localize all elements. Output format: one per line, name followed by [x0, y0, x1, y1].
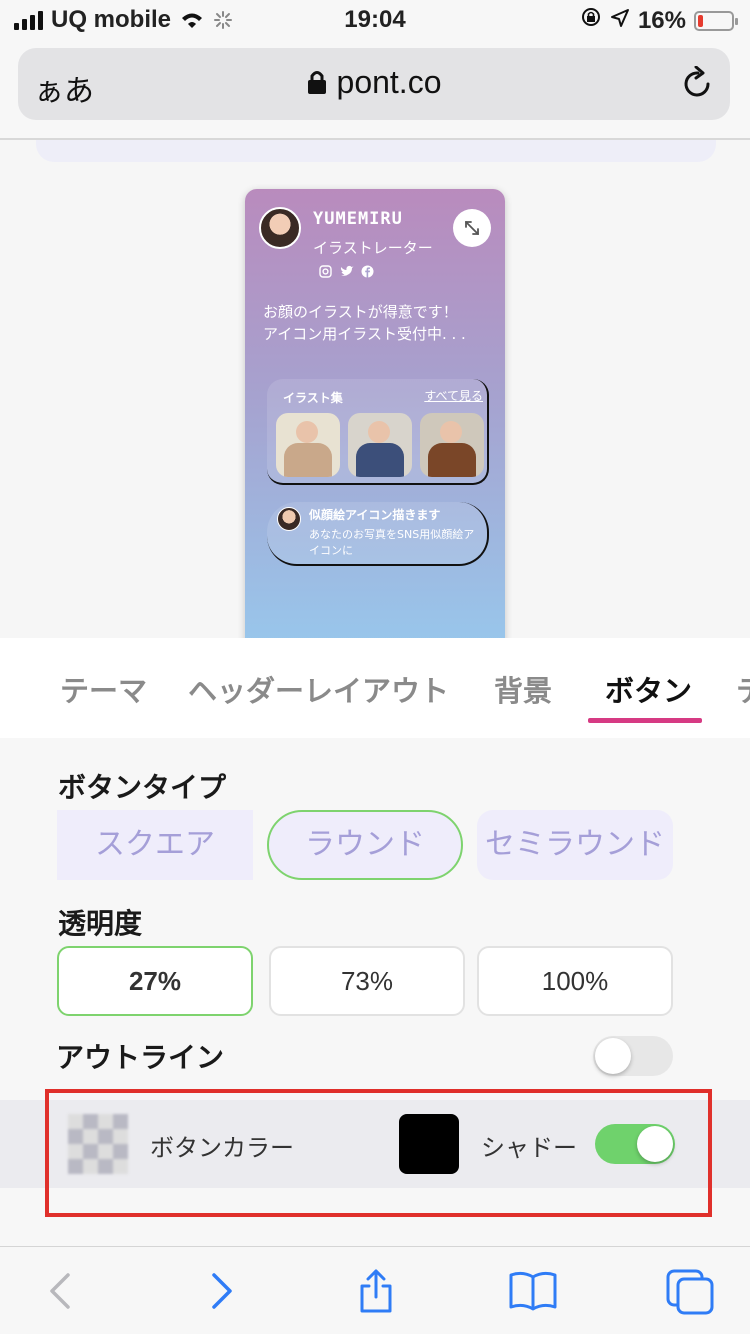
tab-theme[interactable]: テーマ	[60, 668, 147, 710]
forward-icon[interactable]	[198, 1269, 242, 1313]
highlight-annotation-box	[45, 1089, 712, 1217]
opacity-option-27[interactable]: 27%	[57, 946, 253, 1016]
lock-icon	[307, 66, 327, 103]
button-type-label: ボタンタイプ	[58, 771, 227, 804]
outline-toggle[interactable]	[593, 1036, 673, 1076]
url-bar[interactable]: ぁあ pont.co	[18, 48, 730, 120]
faded-card	[36, 140, 716, 162]
gallery-view-all-link[interactable]: すべて見る	[424, 387, 483, 404]
tab-bar: テーマ ヘッダーレイアウト 背景 ボタン テ	[0, 638, 750, 738]
button-type-square[interactable]: スクエア	[57, 810, 253, 880]
facebook-icon[interactable]	[361, 263, 374, 278]
gallery-image[interactable]	[420, 413, 484, 477]
profile-bio: お顔のイラストが得意です！ アイコン用イラスト受付中. . .	[263, 303, 466, 343]
tab-header-layout[interactable]: ヘッダーレイアウト	[188, 668, 449, 710]
opacity-option-100[interactable]: 100%	[477, 946, 673, 1016]
battery-percent: 16%	[637, 6, 686, 34]
preview-area: YUMEMIRU イラストレーター お顔のイラストが得意です！ アイコン用イラス…	[0, 140, 750, 638]
profile-preview-card: YUMEMIRU イラストレーター お顔のイラストが得意です！ アイコン用イラス…	[245, 189, 505, 638]
button-type-round[interactable]: ラウンド	[267, 810, 463, 880]
reload-icon[interactable]	[682, 65, 714, 104]
location-icon	[610, 7, 630, 35]
url-domain: pont.co	[336, 64, 442, 100]
link-card-title: 似顔絵アイコン描きます	[309, 508, 441, 522]
instagram-icon[interactable]	[319, 263, 332, 278]
tab-next-partial[interactable]: テ	[736, 668, 750, 710]
opacity-label: 透明度	[58, 907, 143, 940]
gallery-image[interactable]	[348, 413, 412, 477]
browser-toolbar	[0, 1246, 750, 1334]
tabs-icon[interactable]	[666, 1269, 714, 1315]
avatar	[259, 207, 301, 249]
profile-role: イラストレーター	[313, 239, 433, 257]
gallery-image[interactable]	[276, 413, 340, 477]
link-card-avatar	[277, 507, 301, 531]
twitter-icon[interactable]	[340, 263, 354, 276]
rotation-lock-icon	[580, 6, 602, 35]
social-icons	[319, 263, 374, 278]
link-card-description: あなたのお写真をSNS用似顔絵アイコンに	[309, 528, 475, 557]
button-type-semiround[interactable]: セミラウンド	[477, 810, 673, 880]
address-field[interactable]: pont.co	[18, 64, 730, 103]
gallery-title: イラスト集	[283, 391, 343, 405]
bookmarks-icon[interactable]	[508, 1269, 557, 1313]
expand-icon	[465, 221, 479, 235]
back-icon[interactable]	[40, 1269, 84, 1313]
profile-name: YUMEMIRU	[313, 209, 403, 229]
outline-label: アウトライン	[56, 1041, 225, 1074]
tab-background[interactable]: 背景	[494, 668, 552, 710]
battery-icon	[694, 10, 738, 31]
opacity-option-73[interactable]: 73%	[269, 946, 465, 1016]
share-icon[interactable]	[354, 1269, 398, 1313]
status-bar: UQ mobile 19:04 16%	[0, 0, 750, 42]
toggle-knob	[595, 1038, 631, 1074]
battery-fill	[698, 14, 703, 27]
expand-button[interactable]	[453, 209, 491, 247]
active-tab-indicator	[588, 718, 702, 723]
status-right: 16%	[580, 6, 738, 35]
tab-button[interactable]: ボタン	[605, 668, 692, 710]
